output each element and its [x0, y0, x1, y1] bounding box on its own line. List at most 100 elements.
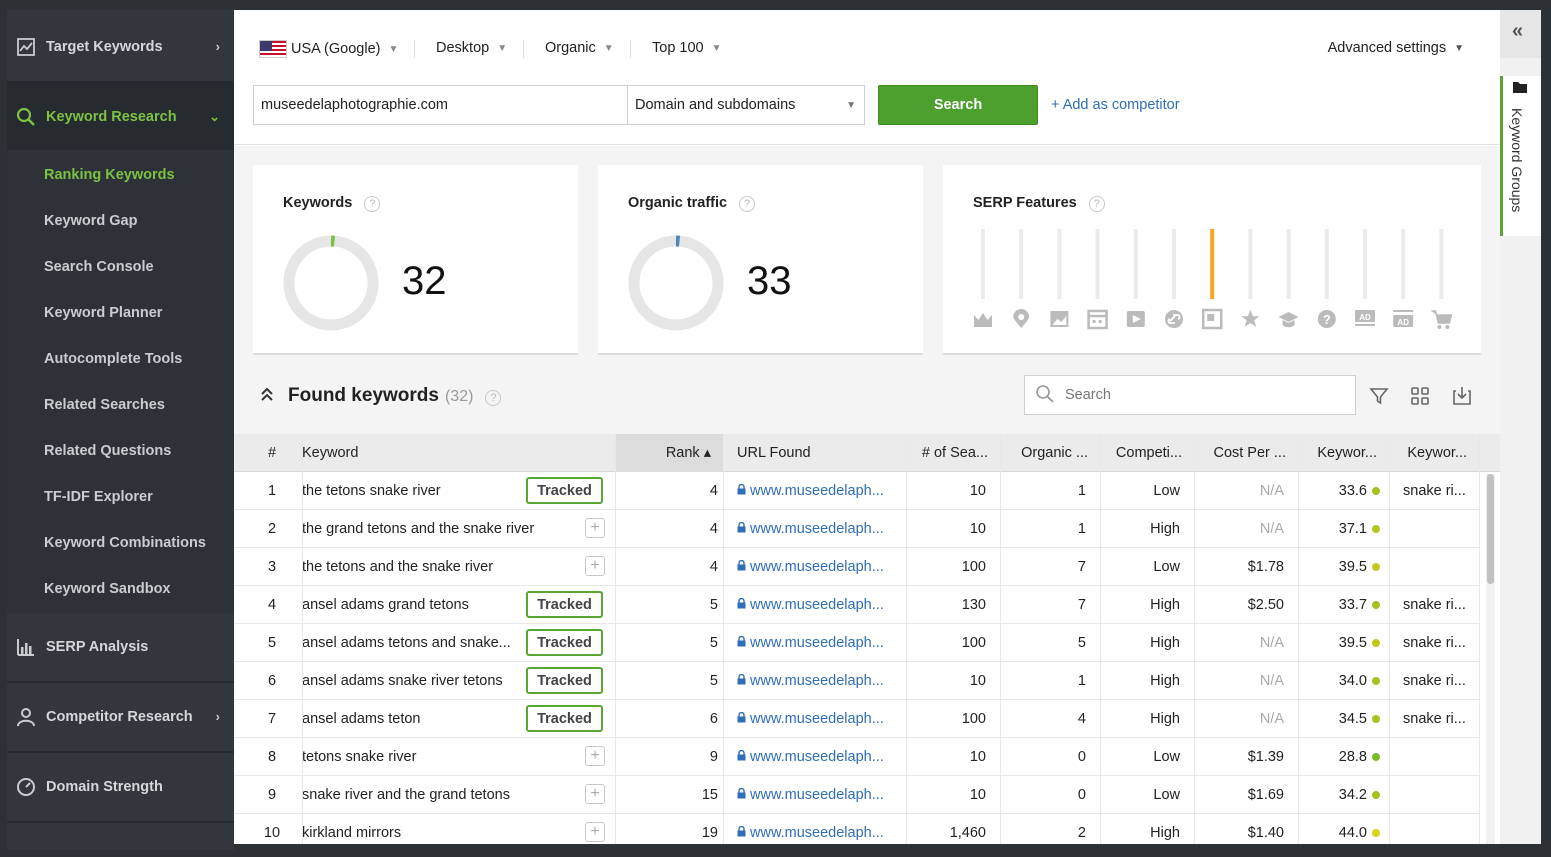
url-link[interactable]: www.museedelaph... — [750, 787, 884, 803]
tracked-button[interactable]: Tracked — [526, 705, 603, 732]
domain-input[interactable] — [253, 85, 628, 125]
col-keyword-difficulty[interactable]: Keywor... — [1298, 434, 1389, 472]
grid-view-icon[interactable] — [1408, 384, 1432, 408]
scrollbar-thumb[interactable] — [1487, 474, 1494, 584]
col-cpc[interactable]: Cost Per ... — [1194, 434, 1298, 472]
sidebar-sub-related-searches[interactable]: Related Searches — [44, 397, 165, 413]
col-keyword[interactable]: Keyword — [302, 434, 615, 472]
scope-select[interactable]: Domain and subdomains ▼ — [628, 85, 865, 125]
filter-icon[interactable] — [1367, 384, 1391, 408]
help-icon[interactable]: ? — [739, 196, 756, 212]
url-link[interactable]: www.museedelaph... — [750, 597, 884, 613]
add-competitor-link[interactable]: + Add as competitor — [1051, 97, 1180, 113]
map-pin-icon[interactable] — [1013, 309, 1030, 328]
table-row[interactable]: 5 ansel adams tetons and snake... 5 www.mus… — [234, 624, 1480, 662]
crown-icon[interactable] — [974, 313, 992, 327]
table-row[interactable]: 7 ansel adams teton 6 www.museedelaph... 100… — [234, 700, 1480, 738]
ad-top-icon[interactable]: AD — [1355, 310, 1375, 326]
url-link[interactable]: www.museedelaph... — [750, 635, 884, 651]
sidebar-sub-ranking-keywords[interactable]: Ranking Keywords — [44, 167, 175, 183]
col-url-found[interactable]: URL Found — [723, 434, 906, 472]
video-icon[interactable] — [1126, 311, 1145, 327]
tracked-button[interactable]: Tracked — [526, 591, 603, 618]
cell-url[interactable]: www.museedelaph... — [723, 472, 906, 510]
search-button[interactable]: Search — [878, 85, 1038, 125]
col-searches[interactable]: # of Sea... — [906, 434, 1000, 472]
ad-bottom-icon[interactable]: AD — [1393, 310, 1414, 327]
sidebar-sub-keyword-combinations[interactable]: Keyword Combinations — [44, 535, 206, 551]
col-keyword-groups[interactable]: Keywor... — [1389, 434, 1479, 472]
sidebar-item-keyword-research[interactable]: Keyword Research ⌄ — [7, 83, 234, 151]
url-link[interactable]: www.museedelaph... — [750, 673, 884, 689]
cell-url[interactable]: www.museedelaph... — [723, 738, 906, 776]
help-icon[interactable]: ? — [364, 196, 381, 212]
cell-url[interactable]: www.museedelaph... — [723, 548, 906, 586]
advanced-settings-dropdown[interactable]: Advanced settings ▼ — [1328, 40, 1464, 56]
table-row[interactable]: 9 snake river and the grand tetons 15 www.m… — [234, 776, 1480, 814]
result-type-dropdown[interactable]: Organic ▼ — [545, 40, 614, 56]
graduation-cap-icon[interactable] — [1278, 312, 1299, 328]
export-icon[interactable] — [1450, 384, 1474, 408]
sidebar-sub-keyword-sandbox[interactable]: Keyword Sandbox — [44, 581, 171, 597]
cell-url[interactable]: www.museedelaph... — [723, 776, 906, 814]
sidebar-item-serp-analysis[interactable]: SERP Analysis — [7, 613, 234, 681]
cell-url[interactable]: www.museedelaph... — [723, 700, 906, 738]
collapse-panel-button[interactable]: « — [1500, 10, 1541, 58]
cell-url[interactable]: www.museedelaph... — [723, 662, 906, 700]
add-to-tracking-icon[interactable]: + — [585, 746, 605, 766]
add-to-tracking-icon[interactable]: + — [585, 518, 605, 538]
tracked-button[interactable]: Tracked — [526, 477, 603, 504]
country-dropdown[interactable]: USA (Google) ▼ — [259, 40, 398, 58]
url-link[interactable]: www.museedelaph... — [750, 711, 884, 727]
cell-url[interactable]: www.museedelaph... — [723, 814, 906, 844]
url-link[interactable]: www.museedelaph... — [750, 559, 884, 575]
question-icon[interactable]: ? — [1317, 310, 1336, 328]
help-icon[interactable]: ? — [485, 390, 502, 406]
url-link[interactable]: www.museedelaph... — [750, 825, 884, 841]
col-organic[interactable]: Organic ... — [1000, 434, 1100, 472]
snippet-icon[interactable] — [1201, 308, 1223, 330]
table-row[interactable]: 6 ansel adams snake river tetons 5 www.muse… — [234, 662, 1480, 700]
table-search-input[interactable] — [1065, 387, 1335, 403]
add-to-tracking-icon[interactable]: + — [585, 556, 605, 576]
sidebar-item-domain-strength[interactable]: Domain Strength — [7, 753, 234, 821]
tracked-button[interactable]: Tracked — [526, 667, 603, 694]
depth-dropdown[interactable]: Top 100 ▼ — [652, 40, 722, 56]
url-link[interactable]: www.museedelaph... — [750, 483, 884, 499]
table-search[interactable] — [1024, 375, 1356, 415]
table-row[interactable]: 2 the grand tetons and the snake river 4 ww… — [234, 510, 1480, 548]
url-link[interactable]: www.museedelaph... — [750, 749, 884, 765]
image-icon[interactable] — [1050, 311, 1069, 327]
device-dropdown[interactable]: Desktop ▼ — [436, 40, 507, 56]
col-number[interactable]: # — [234, 434, 302, 472]
table-row[interactable]: 10 kirkland mirrors 19 www.museedelaph... 1,… — [234, 814, 1480, 844]
cart-icon[interactable] — [1431, 310, 1453, 329]
sidebar-sub-tf-idf-explorer[interactable]: TF-IDF Explorer — [44, 489, 153, 505]
collapse-icon[interactable] — [260, 386, 274, 405]
table-row[interactable]: 3 the tetons and the snake river 4 www.muse… — [234, 548, 1480, 586]
sidebar-sub-autocomplete-tools[interactable]: Autocomplete Tools — [44, 351, 182, 367]
cell-url[interactable]: www.museedelaph... — [723, 510, 906, 548]
sidebar-sub-keyword-gap[interactable]: Keyword Gap — [44, 213, 137, 229]
table-row[interactable]: 4 ansel adams grand tetons 5 www.museedelap… — [234, 586, 1480, 624]
sidebar-item-target-keywords[interactable]: Target Keywords › — [7, 13, 234, 81]
star-icon[interactable] — [1241, 310, 1260, 327]
help-icon[interactable]: ? — [1088, 196, 1105, 212]
link-icon[interactable] — [1165, 310, 1183, 328]
cell-url[interactable]: www.museedelaph... — [723, 586, 906, 624]
add-to-tracking-icon[interactable]: + — [585, 822, 605, 842]
table-row[interactable]: 1 the tetons snake river 4 www.museedelaph.… — [234, 472, 1480, 510]
col-competition[interactable]: Competi... — [1100, 434, 1194, 472]
col-rank[interactable]: Rank ▴ — [615, 434, 723, 472]
sidebar-item-competitor-research[interactable]: Competitor Research › — [7, 683, 234, 751]
url-link[interactable]: www.museedelaph... — [750, 521, 884, 537]
sidebar-sub-search-console[interactable]: Search Console — [44, 259, 154, 275]
table-row[interactable]: 8 tetons snake river 9 www.museedelaph... 10… — [234, 738, 1480, 776]
sidebar-sub-related-questions[interactable]: Related Questions — [44, 443, 171, 459]
tracked-button[interactable]: Tracked — [526, 629, 603, 656]
cell-url[interactable]: www.museedelaph... — [723, 624, 906, 662]
calendar-icon[interactable] — [1087, 309, 1108, 330]
sidebar-sub-keyword-planner[interactable]: Keyword Planner — [44, 305, 162, 321]
table-scrollbar[interactable] — [1486, 474, 1495, 844]
add-to-tracking-icon[interactable]: + — [585, 784, 605, 804]
